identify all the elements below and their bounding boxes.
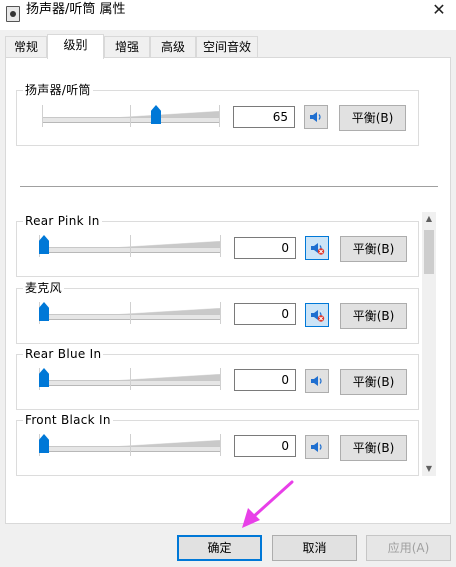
device-list-scrollbar[interactable]: ▲ ▼ xyxy=(422,212,436,476)
speaker-muted-icon xyxy=(311,243,325,255)
scrollbar-thumb[interactable] xyxy=(424,230,434,274)
rear-pink-in-thumb[interactable] xyxy=(39,235,49,254)
front-black-in-balance-button[interactable]: 平衡(B) xyxy=(340,435,407,461)
device-label: Front Black In xyxy=(23,413,113,427)
speaker-app-icon xyxy=(6,6,20,22)
master-volume-slider[interactable] xyxy=(42,105,220,129)
master-volume-value[interactable]: 65 xyxy=(233,106,295,128)
rear-blue-in-thumb[interactable] xyxy=(39,368,49,387)
rear-blue-in-slider[interactable] xyxy=(39,368,221,392)
microphone-mute-button[interactable] xyxy=(305,303,329,327)
rear-pink-in-slider[interactable] xyxy=(39,235,221,259)
front-black-in-slider[interactable] xyxy=(39,434,221,458)
rear-blue-in-mute-button[interactable] xyxy=(305,369,329,393)
microphone-slider[interactable] xyxy=(39,302,221,326)
device-label: 麦克风 xyxy=(23,281,64,295)
cancel-button[interactable]: 取消 xyxy=(272,535,357,561)
master-mute-button[interactable] xyxy=(304,105,328,129)
scroll-down-arrow-icon[interactable]: ▼ xyxy=(422,462,436,476)
device-group-rear-pink-in: Rear Pink In 0 平衡(B) xyxy=(16,214,419,277)
master-volume-thumb[interactable] xyxy=(151,105,161,124)
dialog-button-bar: 确定 取消 应用(A) xyxy=(0,524,456,567)
speaker-icon xyxy=(310,112,321,122)
rear-pink-in-mute-button[interactable] xyxy=(305,236,329,260)
tab-levels[interactable]: 级别 xyxy=(47,34,104,59)
title-bar: 扬声器/听筒 属性 ✕ xyxy=(0,0,456,30)
levels-panel: 扬声器/听筒 65 平衡(B) Rear Pink In 0 平衡(B) 麦克风… xyxy=(5,57,451,524)
microphone-value[interactable]: 0 xyxy=(234,303,296,325)
tab-enhancements[interactable]: 增强 xyxy=(104,36,150,58)
ok-button[interactable]: 确定 xyxy=(177,535,262,561)
speaker-icon xyxy=(311,442,322,452)
device-group-rear-blue-in: Rear Blue In 0 平衡(B) xyxy=(16,347,419,410)
tab-spatial-sound[interactable]: 空间音效 xyxy=(196,36,258,58)
microphone-balance-button[interactable]: 平衡(B) xyxy=(340,303,407,329)
device-group-microphone: 麦克风 0 平衡(B) xyxy=(16,281,419,344)
annotation-arrow-icon xyxy=(242,480,294,528)
rear-blue-in-balance-button[interactable]: 平衡(B) xyxy=(340,369,407,395)
master-balance-button[interactable]: 平衡(B) xyxy=(339,105,406,131)
close-button[interactable]: ✕ xyxy=(422,0,456,24)
scroll-up-arrow-icon[interactable]: ▲ xyxy=(422,212,436,226)
tab-advanced[interactable]: 高级 xyxy=(150,36,196,58)
window-title: 扬声器/听筒 属性 xyxy=(26,2,126,17)
rear-blue-in-value[interactable]: 0 xyxy=(234,369,296,391)
master-label: 扬声器/听筒 xyxy=(23,83,93,97)
master-group: 扬声器/听筒 65 平衡(B) xyxy=(16,83,419,146)
separator xyxy=(20,186,438,187)
device-label: Rear Blue In xyxy=(23,347,104,361)
front-black-in-value[interactable]: 0 xyxy=(234,435,296,457)
device-label: Rear Pink In xyxy=(23,214,102,228)
device-group-front-black-in: Front Black In 0 平衡(B) xyxy=(16,413,419,476)
speaker-muted-icon xyxy=(311,310,325,322)
rear-pink-in-balance-button[interactable]: 平衡(B) xyxy=(340,236,407,262)
front-black-in-mute-button[interactable] xyxy=(305,435,329,459)
front-black-in-thumb[interactable] xyxy=(39,434,49,453)
microphone-thumb[interactable] xyxy=(39,302,49,321)
tab-general[interactable]: 常规 xyxy=(5,36,47,58)
speaker-icon xyxy=(311,376,322,386)
rear-pink-in-value[interactable]: 0 xyxy=(234,237,296,259)
apply-button[interactable]: 应用(A) xyxy=(366,535,451,561)
